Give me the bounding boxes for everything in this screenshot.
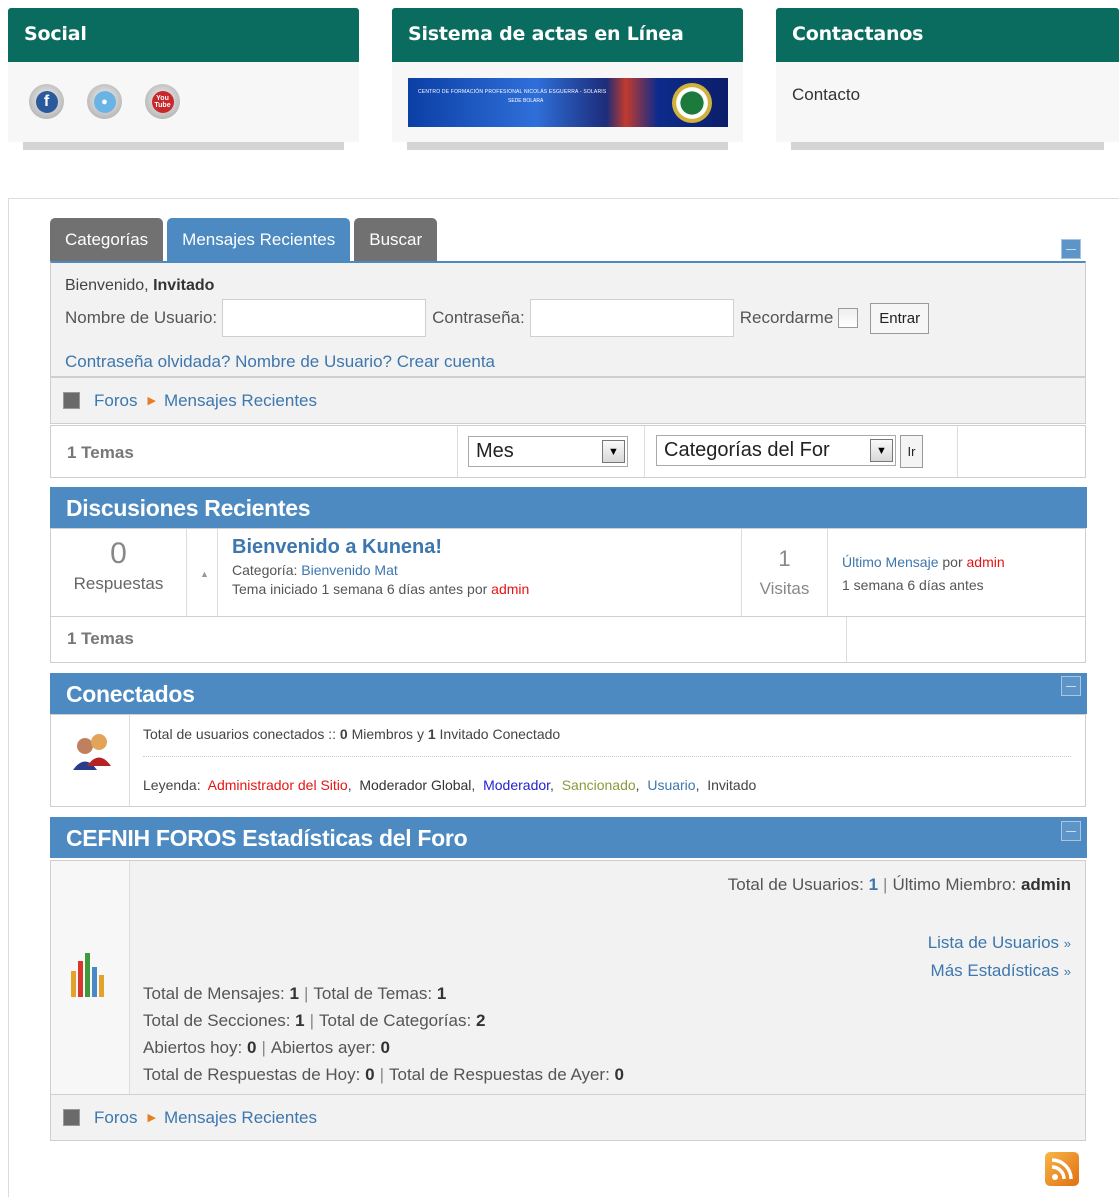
user-list-link[interactable]: Lista de Usuarios xyxy=(928,933,1059,952)
banner-subtext: SEDE BOLARA xyxy=(508,98,544,104)
chevron-down-icon: ▼ xyxy=(602,440,625,463)
remember-checkbox[interactable] xyxy=(838,308,859,328)
online-header: Conectados xyxy=(50,673,1087,714)
stats-users: Total de Usuarios: 1 | Último Miembro: adm… xyxy=(727,875,1071,894)
go-button[interactable]: Ir xyxy=(900,435,923,468)
remember-label: Recordarme xyxy=(739,308,834,327)
collapse-icon[interactable] xyxy=(1061,821,1081,841)
topic-count: 1 Temas xyxy=(51,426,458,477)
rss-icon[interactable] xyxy=(1045,1152,1079,1186)
more-stats-link[interactable]: Más Estadísticas xyxy=(931,961,1060,980)
youtube-icon[interactable]: You Tube xyxy=(145,84,180,119)
widget-shadow xyxy=(23,142,344,150)
stats-panel: Total de Usuarios: 1 | Último Miembro: adm… xyxy=(50,860,1086,1096)
reply-count: 0 xyxy=(110,537,127,570)
topic-started: Tema iniciado 1 semana 6 días antes por … xyxy=(232,581,530,597)
footer-topic-count: 1 Temas xyxy=(51,617,847,662)
breadcrumb-arrow-icon: ▶ xyxy=(147,395,156,407)
password-label: Contraseña: xyxy=(432,308,525,327)
banner-text: CENTRO DE FORMACIÓN PROFESIONAL NICOLÁS … xyxy=(418,89,607,95)
topic-icon: ▲ xyxy=(200,569,209,579)
users-icon xyxy=(51,715,130,806)
social-widget: Social f ● You Tube xyxy=(8,8,359,150)
topic-title[interactable]: Bienvenido a Kunena! xyxy=(232,536,741,559)
tab-buscar[interactable]: Buscar xyxy=(354,218,438,261)
contact-widget-body: Contacto xyxy=(776,62,1119,142)
topic-row: 0 Respuestas ▲ Bienvenido a Kunena! Cate… xyxy=(50,528,1086,617)
actas-widget-body: CENTRO DE FORMACIÓN PROFESIONAL NICOLÁS … xyxy=(392,62,743,142)
create-account-link[interactable]: Crear cuenta xyxy=(397,352,495,371)
breadcrumb-foros[interactable]: Foros xyxy=(94,1108,137,1128)
online-panel: Total de usuarios conectados :: 0 Miembr… xyxy=(50,714,1086,807)
login-panel: Bienvenido, Invitado Nombre de Usuario: … xyxy=(50,261,1086,377)
last-post-link[interactable]: Último Mensaje xyxy=(842,554,938,570)
stats-header: CEFNIH FOROS Estadísticas del Foro xyxy=(50,817,1087,858)
last-post-time: 1 semana 6 días antes xyxy=(842,577,984,593)
contact-widget: Contactanos Contacto xyxy=(776,8,1119,150)
login-button[interactable]: Entrar xyxy=(870,302,930,334)
view-label: Visitas xyxy=(759,579,810,598)
breadcrumb: Foros ▶ Mensajes Recientes xyxy=(50,377,1086,424)
category-select[interactable]: Categorías del For ▼ xyxy=(656,435,896,466)
legend-guest: Invitado xyxy=(707,777,757,793)
actas-widget: Sistema de actas en Línea CENTRO DE FORM… xyxy=(392,8,743,150)
period-select[interactable]: Mes ▼ xyxy=(468,436,628,467)
filter-bar: 1 Temas Mes ▼ Categorías del For ▼ Ir xyxy=(50,425,1086,478)
forum-container: Categorías Mensajes Recientes Buscar Bie… xyxy=(8,198,1119,1197)
online-summary: Total de usuarios conectados :: 0 Miembr… xyxy=(143,726,561,742)
welcome-text: Bienvenido, Invitado xyxy=(65,277,215,294)
password-input[interactable] xyxy=(529,299,734,337)
social-widget-body: f ● You Tube xyxy=(8,62,359,142)
twitter-icon[interactable]: ● xyxy=(87,84,122,119)
forgot-username-link[interactable]: Nombre de Usuario? xyxy=(235,352,392,371)
forgot-password-link[interactable]: Contraseña olvidada? xyxy=(65,352,230,371)
legend-moderator: Moderador xyxy=(483,777,551,793)
bar-chart-icon xyxy=(51,861,130,1095)
collapse-icon[interactable] xyxy=(1061,239,1081,259)
breadcrumb-icon xyxy=(63,392,80,409)
widget-shadow xyxy=(407,142,728,150)
breadcrumb-arrow-icon: ▶ xyxy=(147,1112,156,1124)
last-post-user-link[interactable]: admin xyxy=(967,554,1005,570)
topic-category: Categoría: Bienvenido Mat xyxy=(232,562,398,578)
collapse-icon[interactable] xyxy=(1061,676,1081,696)
topics-footer: 1 Temas xyxy=(50,616,1086,663)
breadcrumb-icon xyxy=(63,1109,80,1126)
widget-shadow xyxy=(791,142,1104,150)
breadcrumb-mensajes[interactable]: Mensajes Recientes xyxy=(164,391,317,411)
legend-admin: Administrador del Sitio xyxy=(207,777,348,793)
actas-banner[interactable]: CENTRO DE FORMACIÓN PROFESIONAL NICOLÁS … xyxy=(408,78,728,127)
legend-banned: Sancionado xyxy=(561,777,636,793)
breadcrumb-bottom: Foros ▶ Mensajes Recientes xyxy=(50,1094,1086,1141)
username-input[interactable] xyxy=(222,299,427,337)
forum-tabs: Categorías Mensajes Recientes Buscar xyxy=(50,218,438,261)
last-member-link[interactable]: admin xyxy=(1021,875,1071,894)
breadcrumb-mensajes[interactable]: Mensajes Recientes xyxy=(164,1108,317,1128)
view-count: 1 xyxy=(778,546,791,571)
online-legend: Leyenda: Administrador del Sitio, Modera… xyxy=(143,756,1071,793)
last-post: Último Mensaje por admin 1 semana 6 días… xyxy=(828,529,1005,616)
recent-discussions-header: Discusiones Recientes xyxy=(50,487,1087,528)
tab-mensajes-recientes[interactable]: Mensajes Recientes xyxy=(167,218,351,261)
stats-totals: Total de Mensajes: 1 | Total de Temas: 1 T… xyxy=(143,984,625,1084)
chevron-down-icon: ▼ xyxy=(870,439,893,462)
welcome-user: Invitado xyxy=(153,277,215,294)
contact-link[interactable]: Contacto xyxy=(792,85,860,105)
topic-category-link[interactable]: Bienvenido Mat xyxy=(301,562,398,578)
username-label: Nombre de Usuario: xyxy=(65,308,218,327)
social-widget-title: Social xyxy=(8,8,359,62)
reply-label: Respuestas xyxy=(73,574,164,593)
legend-user: Usuario xyxy=(647,777,696,793)
legend-global-moderator: Moderador Global xyxy=(359,777,472,793)
breadcrumb-foros[interactable]: Foros xyxy=(94,391,137,411)
seal-icon xyxy=(672,83,712,123)
facebook-icon[interactable]: f xyxy=(29,84,64,119)
actas-widget-title: Sistema de actas en Línea xyxy=(392,8,743,62)
topic-author-link[interactable]: admin xyxy=(491,581,529,597)
contact-widget-title: Contactanos xyxy=(776,8,1119,62)
tab-categorias[interactable]: Categorías xyxy=(50,218,164,261)
